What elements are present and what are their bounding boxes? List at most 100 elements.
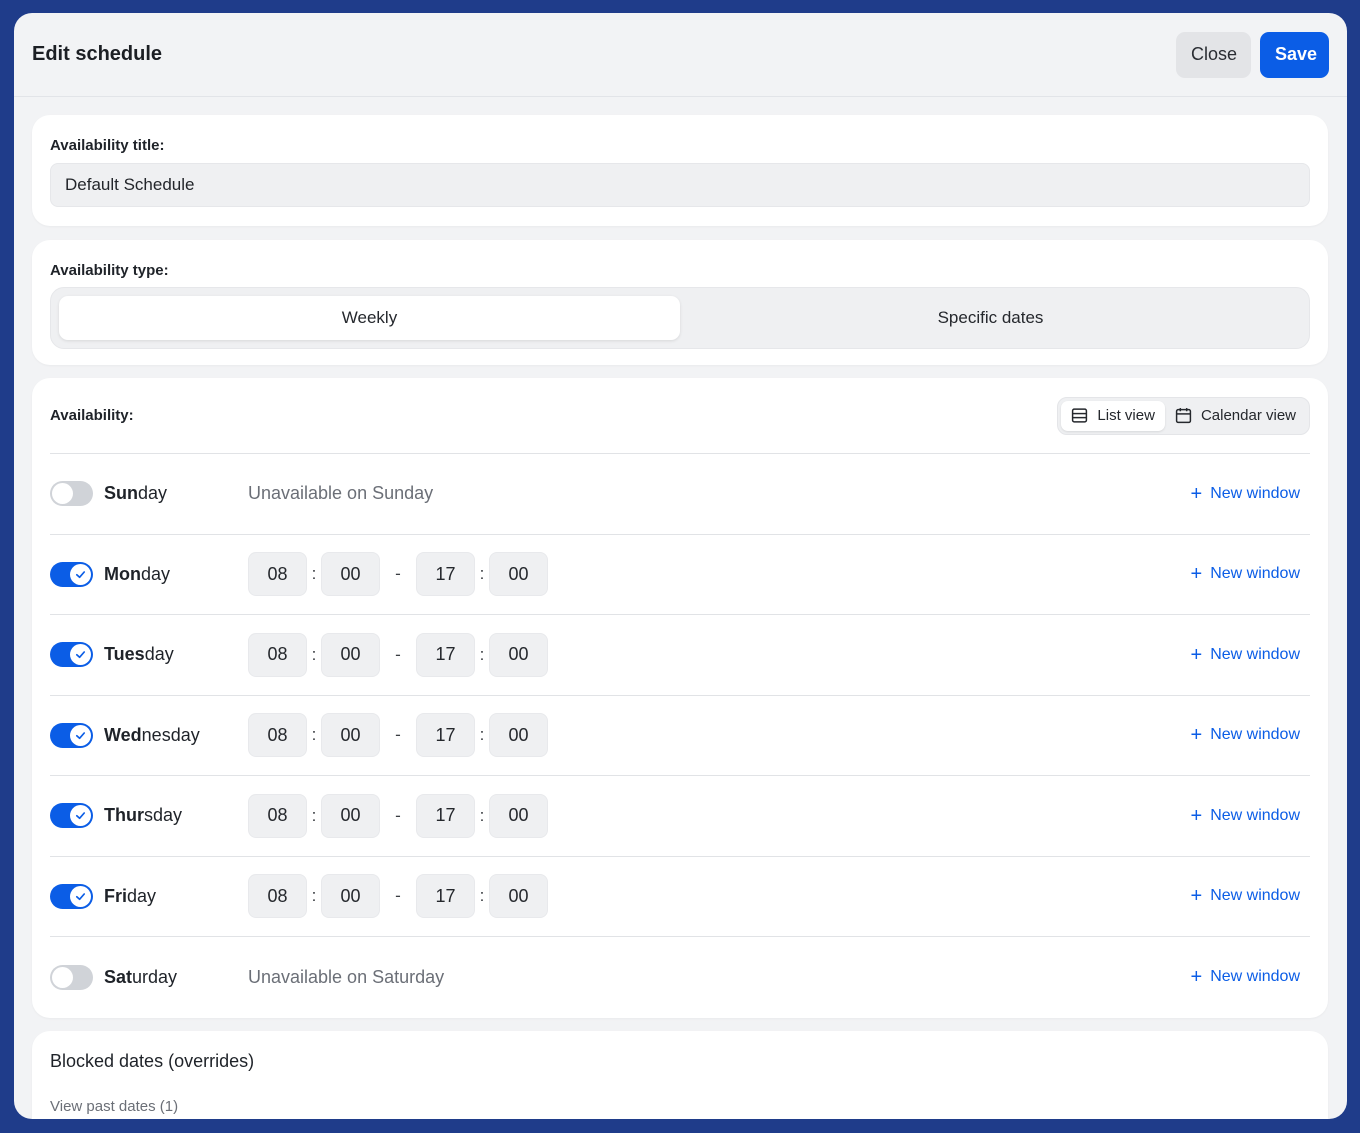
dash-separator: -	[395, 886, 401, 906]
end-hour-input[interactable]: 17	[416, 713, 475, 758]
new-window-button[interactable]: + New window	[1191, 725, 1301, 745]
colon-separator: :	[311, 564, 317, 584]
availability-label: Availability:	[50, 407, 134, 424]
end-minute-input[interactable]: 00	[489, 632, 548, 677]
time-range: 08:00-17:00	[248, 793, 548, 838]
new-window-label: New window	[1210, 887, 1300, 905]
end-minute-input[interactable]: 00	[489, 713, 548, 758]
day-name-rest: day	[140, 563, 171, 584]
day-name: Friday	[104, 886, 248, 907]
day-name-bold: Sun	[104, 483, 138, 504]
plus-icon: +	[1190, 482, 1203, 505]
list-view-label: List view	[1097, 407, 1155, 424]
time-range: 08:00-17:00	[248, 552, 548, 597]
day-toggle[interactable]	[50, 803, 93, 829]
type-option-weekly[interactable]: Weekly	[59, 296, 680, 340]
check-icon	[70, 644, 91, 666]
day-toggle[interactable]	[50, 561, 93, 587]
time-range: 08:00-17:00	[248, 632, 548, 677]
view-past-dates-link[interactable]: View past dates (1)	[50, 1098, 1310, 1115]
start-hour-input[interactable]: 08	[248, 552, 307, 597]
day-name: Tuesday	[104, 644, 248, 665]
check-icon	[70, 805, 91, 827]
availability-type-card: Availability type: Weekly Specific dates	[32, 240, 1328, 365]
modal-header: Edit schedule Close Save	[14, 13, 1347, 97]
availability-title-input[interactable]: Default Schedule	[50, 163, 1310, 207]
day-toggle[interactable]	[50, 964, 93, 990]
new-window-label: New window	[1210, 645, 1300, 663]
check-icon	[70, 563, 91, 585]
new-window-button[interactable]: + New window	[1191, 806, 1301, 826]
end-minute-input[interactable]: 00	[489, 793, 548, 838]
day-list: Sunday Unavailable on Sunday + New window Mo…	[50, 454, 1310, 1018]
availability-type-label: Availability type:	[50, 262, 169, 279]
day-name: Monday	[104, 564, 248, 585]
new-window-button[interactable]: + New window	[1191, 886, 1301, 906]
colon-separator: :	[311, 886, 317, 906]
start-hour-input[interactable]: 08	[248, 632, 307, 677]
dash-separator: -	[395, 725, 401, 745]
check-icon	[70, 724, 91, 746]
new-window-label: New window	[1210, 565, 1300, 583]
new-window-button[interactable]: + New window	[1191, 484, 1301, 504]
new-window-button[interactable]: + New window	[1191, 564, 1301, 584]
end-minute-input[interactable]: 00	[489, 552, 548, 597]
start-minute-input[interactable]: 00	[321, 874, 380, 919]
start-hour-input[interactable]: 08	[248, 793, 307, 838]
close-button[interactable]: Close	[1176, 31, 1251, 78]
availability-header: Availability: List view Calendar view	[50, 378, 1310, 454]
calendar-view-label: Calendar view	[1200, 407, 1296, 424]
start-minute-input[interactable]: 00	[321, 713, 380, 758]
header-actions: Close Save	[1176, 31, 1329, 78]
toggle-knob	[52, 966, 73, 988]
day-row: Thursday 08:00-17:00 + New window	[50, 776, 1310, 857]
day-name-rest: urday	[132, 966, 178, 987]
day-toggle[interactable]	[50, 722, 93, 748]
plus-icon: +	[1190, 885, 1203, 908]
availability-title-label: Availability title:	[50, 137, 165, 154]
calendar-view-button[interactable]: Calendar view	[1165, 401, 1306, 431]
new-window-label: New window	[1210, 968, 1300, 986]
new-window-button[interactable]: + New window	[1191, 645, 1301, 665]
day-toggle[interactable]	[50, 481, 93, 507]
type-option-specific-dates[interactable]: Specific dates	[680, 296, 1301, 340]
end-hour-input[interactable]: 17	[416, 632, 475, 677]
new-window-button[interactable]: + New window	[1191, 967, 1301, 987]
day-row: Friday 08:00-17:00 + New window	[50, 857, 1310, 937]
blocked-dates-card: Blocked dates (overrides) View past date…	[32, 1031, 1328, 1119]
time-range: 08:00-17:00	[248, 874, 548, 919]
end-hour-input[interactable]: 17	[416, 874, 475, 919]
day-row: Sunday Unavailable on Sunday + New window	[50, 454, 1310, 535]
end-hour-input[interactable]: 17	[416, 552, 475, 597]
availability-title-card: Availability title: Default Schedule	[32, 115, 1328, 226]
end-minute-input[interactable]: 00	[489, 874, 548, 919]
plus-icon: +	[1190, 724, 1203, 747]
day-name-bold: Mon	[104, 563, 141, 584]
start-hour-input[interactable]: 08	[248, 874, 307, 919]
unavailable-text: Unavailable on Sunday	[248, 483, 434, 504]
time-range: 08:00-17:00	[248, 713, 548, 758]
day-row: Tuesday 08:00-17:00 + New window	[50, 615, 1310, 696]
start-minute-input[interactable]: 00	[321, 793, 380, 838]
save-button[interactable]: Save	[1260, 31, 1329, 78]
new-window-label: New window	[1210, 484, 1300, 502]
check-icon	[70, 885, 91, 907]
day-name-rest: day	[127, 885, 157, 906]
day-name-rest: nesday	[141, 724, 200, 745]
end-hour-input[interactable]: 17	[416, 793, 475, 838]
unavailable-text: Unavailable on Saturday	[248, 966, 445, 987]
blocked-dates-title: Blocked dates (overrides)	[50, 1051, 255, 1071]
day-name: Sunday	[104, 483, 248, 504]
day-toggle[interactable]	[50, 883, 93, 909]
start-minute-input[interactable]: 00	[321, 632, 380, 677]
list-view-button[interactable]: List view	[1061, 400, 1165, 431]
list-icon	[1072, 408, 1088, 423]
plus-icon: +	[1190, 563, 1203, 586]
plus-icon: +	[1190, 643, 1203, 666]
new-window-label: New window	[1210, 806, 1300, 824]
start-minute-input[interactable]: 00	[321, 552, 380, 597]
view-toggle: List view Calendar view	[1057, 396, 1310, 435]
toggle-knob	[52, 483, 73, 505]
day-toggle[interactable]	[50, 642, 93, 668]
start-hour-input[interactable]: 08	[248, 713, 307, 758]
